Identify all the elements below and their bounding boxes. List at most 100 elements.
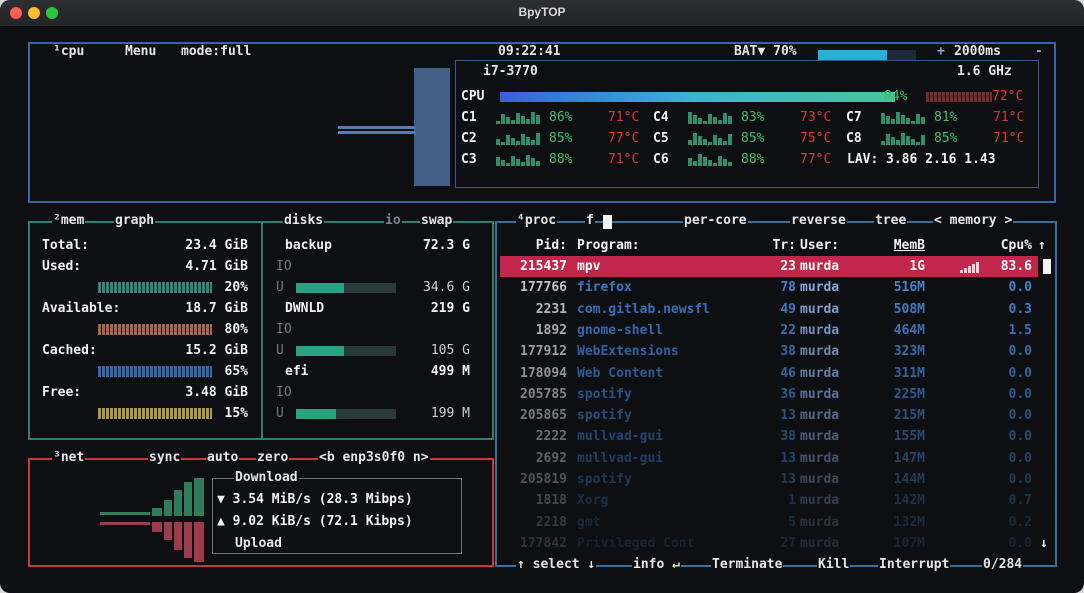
net-label[interactable]: ³net — [52, 450, 86, 466]
memory-cell: 1G — [909, 259, 925, 274]
graph-toggle[interactable]: graph — [114, 213, 156, 229]
table-row[interactable]: 1818 Xorg 1 murda 142M 0.7 — [500, 490, 1038, 511]
core-graph-bar — [713, 135, 717, 145]
interval-plus[interactable]: + — [936, 44, 946, 60]
mem-row-value: 4.71 GiB — [185, 259, 248, 274]
user-cell: murda — [800, 472, 840, 487]
core-percent: 85% — [741, 131, 765, 146]
reverse-toggle[interactable]: reverse — [790, 213, 847, 229]
program-cell: gnome-shell — [577, 322, 664, 338]
core-graph-bar — [921, 135, 925, 145]
swap-toggle[interactable]: swap — [420, 213, 454, 229]
select-control[interactable]: ↑ select ↓ — [516, 557, 597, 573]
interrupt-button[interactable]: Interrupt — [878, 557, 951, 573]
table-row[interactable]: 205865 spotify 13 murda 215M 0.0 — [500, 405, 1038, 426]
core-graph-bar — [916, 142, 920, 145]
disks-label: disks — [283, 213, 325, 229]
table-row-selected[interactable]: 215437 mpv 23 murda 1G 83.6 — [500, 256, 1051, 277]
terminate-button[interactable]: Terminate — [711, 557, 784, 573]
core-graph-bar — [896, 112, 900, 124]
cpu-cell: 0.0 — [1008, 429, 1032, 445]
core-graph-bar — [896, 140, 900, 145]
per-core-toggle[interactable]: per-core — [683, 213, 748, 229]
load-average: 3.86 2.16 1.43 — [886, 152, 996, 167]
info-button[interactable]: info ↵ — [632, 557, 681, 573]
download-speed: ▼ 3.54 MiB/s (28.3 Mibps) — [217, 492, 413, 507]
mem-row-graph — [98, 324, 212, 335]
core-graph-bar — [526, 119, 530, 124]
core-graph-bar — [521, 116, 525, 124]
memory-cell: 311M — [893, 365, 925, 381]
interval-minus[interactable]: - — [1034, 44, 1044, 60]
table-row[interactable]: 177842 Privileged Cont 27 murda 107M 0.0 — [500, 533, 1038, 554]
tree-toggle[interactable]: tree — [874, 213, 908, 229]
table-row[interactable]: 2692 mullvad-gui 13 murda 147M 0.0 — [500, 448, 1038, 469]
scroll-down-icon[interactable]: ↓ — [1040, 533, 1048, 554]
table-row[interactable]: 177912 WebExtensions 38 murda 323M 0.0 — [500, 341, 1038, 362]
interface-selector[interactable]: <b enp3s0f0 n> — [318, 450, 430, 466]
sort-selector[interactable]: < memory > — [933, 213, 1014, 229]
col-threads[interactable]: Tr: — [750, 235, 796, 256]
mem-label[interactable]: ²mem — [52, 213, 86, 229]
core-temp: 77°C — [800, 152, 832, 167]
disk-size: 72.3 G — [423, 238, 470, 253]
table-row[interactable]: 2231 com.gitlab.newsfl 49 murda 508M 0.3 — [500, 299, 1038, 320]
pid-cell: 2222 — [535, 429, 567, 445]
menu-button[interactable]: Menu — [124, 44, 158, 60]
disk-io-label: IO — [276, 322, 292, 337]
auto-toggle[interactable]: auto — [206, 450, 240, 466]
program-cell: Privileged Cont — [577, 535, 695, 551]
core-graph-bar — [718, 120, 722, 124]
table-row[interactable]: 1892 gnome-shell 22 murda 464M 1.5 — [500, 320, 1038, 341]
table-row[interactable]: 2218 gmt 5 murda 132M 0.2 — [500, 512, 1038, 533]
program-cell: Xorg — [577, 493, 609, 509]
core-graph-bar — [693, 161, 697, 166]
mode-toggle[interactable]: mode:full — [180, 44, 253, 60]
core-graph — [496, 153, 540, 166]
kill-button[interactable]: Kill — [817, 557, 851, 573]
filter-cursor — [603, 215, 612, 229]
filter-input[interactable]: f — [585, 213, 595, 229]
user-cell: murda — [800, 535, 840, 551]
zero-toggle[interactable]: zero — [256, 450, 290, 466]
table-row[interactable]: 178094 Web Content 46 murda 311M 0.0 — [500, 363, 1038, 384]
io-toggle[interactable]: io — [384, 213, 402, 229]
table-row[interactable]: 177766 firefox 78 murda 516M 0.0 — [500, 277, 1038, 298]
col-program[interactable]: Program: — [577, 235, 640, 256]
col-cpu[interactable]: Cpu% — [960, 235, 1032, 256]
program-cell: spotify — [577, 408, 632, 424]
disk-used: 105 G — [430, 343, 470, 358]
core-graph-bar — [496, 157, 500, 166]
core-temp: 77°C — [608, 131, 640, 146]
core-percent: 88% — [549, 152, 573, 167]
proc-label[interactable]: ⁴proc — [516, 213, 558, 229]
col-memory[interactable]: MemB — [870, 235, 925, 256]
col-pid[interactable]: Pid: — [500, 235, 567, 256]
mem-row-percent: 20% — [224, 280, 248, 295]
battery-status: BAT▼ 70% — [733, 44, 798, 60]
pid-cell: 177912 — [520, 344, 567, 360]
cpu-cell: 0.7 — [1008, 493, 1032, 509]
core-graph-bar — [521, 134, 525, 145]
table-row[interactable]: 205819 spotify 13 murda 144M 0.0 — [500, 469, 1038, 490]
core-graph-bar — [521, 162, 525, 166]
program-cell: mpv — [577, 259, 601, 274]
core-graph — [688, 153, 732, 166]
core-graph-bar — [501, 160, 505, 166]
table-row[interactable]: 2222 mullvad-gui 38 murda 155M 0.0 — [500, 426, 1038, 447]
cpu-cell: 0.0 — [1008, 344, 1032, 360]
cpu-graph — [338, 68, 450, 186]
core-graph-bar — [901, 133, 905, 145]
col-user[interactable]: User: — [800, 235, 839, 256]
user-cell: murda — [800, 344, 840, 360]
pid-cell: 2231 — [535, 301, 567, 317]
scrollbar-thumb[interactable] — [1043, 259, 1051, 274]
table-row[interactable]: 205785 spotify 36 murda 225M 0.0 — [500, 384, 1038, 405]
threads-cell: 38 — [780, 344, 796, 360]
core-graph-bar — [688, 158, 692, 166]
mem-row-graph — [98, 282, 212, 293]
sync-toggle[interactable]: sync — [148, 450, 182, 466]
program-cell: spotify — [577, 472, 632, 487]
cpu-label[interactable]: ¹cpu — [52, 44, 86, 60]
process-count: 0/284 — [982, 557, 1024, 573]
